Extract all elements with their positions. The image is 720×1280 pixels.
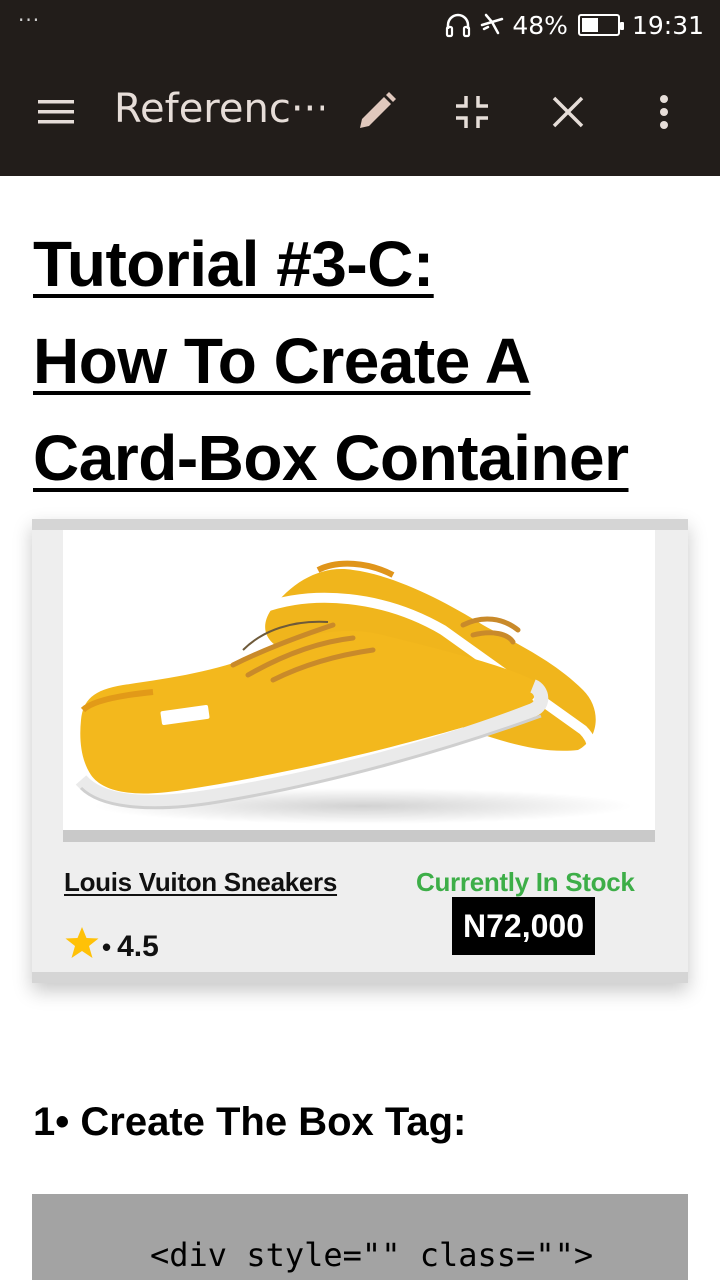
edit-pencil-icon[interactable] [352,88,400,136]
app-bar: Referenc··· [0,50,720,176]
title-line-1: Tutorial #3-C: [33,228,434,300]
code-block: <div style="" class=""> [32,1194,688,1280]
rating-separator: • [102,931,112,962]
stock-status: Currently In Stock [416,867,635,897]
document-title: Referenc··· [114,86,324,132]
battery-level-fill [581,18,598,32]
title-line-2: How To Create A [33,325,531,397]
article-title: Tutorial #3-C: How To Create A Card-Box … [33,216,693,507]
headphones-icon [444,11,472,39]
rating-value: 4.5 [117,930,159,963]
battery-icon [577,14,624,36]
airplane-mode-icon [478,11,506,39]
collapse-icon[interactable] [448,88,496,136]
status-indicators: 48% 19:31 [444,10,704,40]
code-line: <div style="" class=""> [150,1236,594,1274]
section-heading: 1• Create The Box Tag: [33,1100,467,1144]
rating: • 4.5 [64,926,159,968]
menu-icon[interactable] [32,90,80,134]
battery-percent: 48% [512,10,568,40]
star-icon [64,926,100,968]
product-name[interactable]: Louis Vuiton Sneakers [64,867,337,898]
notification-overflow-indicator: ··· [18,8,41,32]
close-icon[interactable] [544,88,592,136]
clock: 19:31 [631,10,704,40]
more-vert-icon[interactable] [640,88,688,136]
title-line-3: Card-Box Container [33,422,629,494]
yellow-sneakers-image [63,530,655,830]
image-divider [63,830,655,842]
status-bar: ··· 48% 19:31 [0,0,720,50]
product-card: Louis Vuiton Sneakers Currently In Stock… [32,519,688,983]
price-tag: N72,000 [452,897,595,955]
